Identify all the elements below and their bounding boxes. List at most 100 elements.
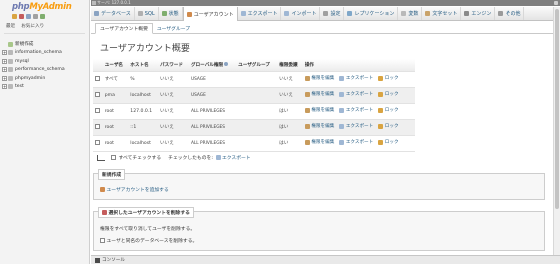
menu-tab[interactable]: レプリケーション	[344, 7, 399, 20]
edit-privileges-button[interactable]: 権限を編集	[304, 91, 334, 97]
menu-tab-label: エンジン	[471, 11, 492, 17]
export-icon	[339, 123, 345, 129]
export-button[interactable]: エクスポート	[339, 139, 373, 145]
lock-button[interactable]: ロック	[378, 107, 399, 113]
cell-host: localhost	[128, 87, 159, 104]
export-button[interactable]: エクスポート	[339, 123, 373, 129]
remove-users-fieldset: 選択したユーザアカウントを削除する 権限をすべて取り消してユーザを削除する。 ユ…	[93, 207, 545, 251]
server-icon	[92, 1, 96, 5]
menu-tab[interactable]: SQL	[135, 7, 159, 20]
lock-button[interactable]: ロック	[378, 91, 399, 97]
menu-tab-label: 文字セット	[432, 11, 458, 17]
page-settings-icon[interactable]	[554, 1, 558, 5]
row-checkbox[interactable]	[95, 76, 100, 81]
table-row: root localhost いいえ ALL PRIVILEGES はい 権限を編集 エクス…	[93, 135, 415, 152]
export-button[interactable]: エクスポート	[339, 107, 373, 113]
home-icon[interactable]	[12, 14, 17, 19]
menu-tab[interactable]: データベース	[91, 7, 135, 20]
menu-tab[interactable]: その他	[495, 7, 525, 20]
sub-tabs: ユーザアカウント概要 ユーザグループ	[91, 23, 560, 34]
expand-icon[interactable]: +	[2, 50, 7, 56]
menu-tab[interactable]: 設定	[320, 7, 345, 20]
breadcrumb[interactable]: サーバ: 127.0.0.1	[97, 0, 131, 6]
cell-actions: 権限を編集 エクスポート ロック	[302, 119, 415, 136]
expand-icon[interactable]: +	[2, 67, 7, 73]
row-checkbox[interactable]	[95, 92, 100, 97]
expand-icon[interactable]: +	[2, 84, 7, 90]
export-label: エクスポート	[345, 92, 374, 98]
export-selected-button[interactable]: エクスポート	[215, 154, 251, 161]
remove-user-icon	[102, 210, 107, 215]
col-host[interactable]: ホスト名	[128, 59, 159, 72]
add-user-link[interactable]: ユーザアカウントを追加する	[100, 186, 169, 193]
row-checkbox[interactable]	[95, 108, 100, 113]
tree-item-database[interactable]: + test	[2, 83, 65, 92]
col-password[interactable]: パスワード	[158, 59, 189, 72]
menu-tab-label: データベース	[101, 11, 131, 17]
export-button[interactable]: エクスポート	[339, 75, 373, 81]
menu-tab[interactable]: ユーザアカウント	[182, 7, 238, 21]
lock-button[interactable]: ロック	[378, 139, 399, 145]
tab-user-groups[interactable]: ユーザグループ	[153, 23, 194, 33]
tree-item-database[interactable]: + performance_schema	[2, 66, 65, 75]
menu-tab[interactable]: エンジン	[461, 7, 496, 20]
expand-icon[interactable]: +	[2, 58, 7, 64]
menu-tab[interactable]: エクスポート	[238, 7, 282, 20]
logo-my: My	[29, 2, 43, 12]
phpmyadmin-logo[interactable]: phpMyAdmin	[12, 2, 72, 12]
menu-tab-icon	[240, 11, 246, 16]
menu-tab[interactable]: インポート	[281, 7, 321, 20]
export-label: エクスポート	[345, 140, 374, 146]
col-user-group[interactable]: ユーザグループ	[236, 59, 278, 72]
col-user[interactable]: ユーザ名	[102, 59, 129, 72]
logout-icon[interactable]	[19, 14, 24, 19]
edit-privileges-button[interactable]: 権限を編集	[304, 123, 334, 129]
lock-button[interactable]: ロック	[378, 123, 399, 129]
tree-item-label: information_schema	[15, 50, 62, 56]
col-global-privileges[interactable]: グローバル権限	[188, 59, 237, 72]
console-bar[interactable]: コンソール	[91, 255, 560, 264]
tree-item-new[interactable]: 新規作成	[2, 40, 65, 49]
cell-actions: 権限を編集 エクスポート ロック	[302, 135, 415, 152]
tab-user-accounts-overview[interactable]: ユーザアカウント概要	[95, 23, 153, 34]
tab-favorites[interactable]: お気に入り	[21, 23, 44, 29]
tree-item-database[interactable]: + mysql	[2, 57, 65, 66]
menu-tab[interactable]: 変数	[398, 7, 423, 20]
check-all-label[interactable]: すべてチェックする	[119, 154, 162, 161]
drop-databases-checkbox[interactable]	[100, 238, 105, 243]
edit-privileges-button[interactable]: 権限を編集	[304, 75, 334, 81]
remove-users-legend: 選択したユーザアカウントを削除する	[98, 207, 194, 218]
check-all-checkbox[interactable]	[111, 155, 116, 160]
tree-item-database[interactable]: + phpmyadmin	[2, 74, 65, 83]
help-icon[interactable]	[224, 62, 229, 67]
drop-databases-label[interactable]: ユーザと同名のデータベースを削除する。	[107, 237, 198, 244]
export-selected-label: エクスポート	[221, 156, 251, 161]
export-button[interactable]: エクスポート	[339, 91, 373, 97]
row-checkbox[interactable]	[95, 124, 100, 129]
lock-icon	[378, 107, 384, 113]
menu-tab-icon	[323, 11, 329, 16]
page-title: ユーザアカウント概要	[100, 44, 190, 54]
menu-tab-icon	[464, 11, 470, 16]
tab-recent[interactable]: 最近	[6, 23, 15, 29]
docs-icon[interactable]	[26, 14, 31, 19]
scrollbar-thumb[interactable]	[555, 9, 559, 209]
edit-privileges-button[interactable]: 権限を編集	[304, 139, 334, 145]
tree-item-database[interactable]: + information_schema	[2, 49, 65, 58]
menu-tab-icon	[498, 11, 504, 16]
menu-tab-icon	[425, 11, 431, 16]
row-checkbox[interactable]	[95, 140, 100, 145]
menu-tab[interactable]: 状態	[159, 7, 183, 20]
settings-icon[interactable]	[33, 14, 38, 19]
export-icon	[339, 91, 345, 97]
reload-icon[interactable]	[40, 14, 45, 19]
col-grant[interactable]: 権限委譲	[277, 59, 303, 72]
table-row: pma localhost いいえ USAGE いいえ 権限を編集 エクスポート ロック	[93, 87, 415, 104]
edit-privileges-button[interactable]: 権限を編集	[304, 107, 334, 113]
menu-tab[interactable]: 文字セット	[422, 7, 462, 20]
logo-admin: Admin	[42, 2, 72, 12]
lock-button[interactable]: ロック	[378, 75, 399, 81]
expand-icon[interactable]: +	[2, 75, 7, 81]
cell-user: pma	[102, 87, 129, 104]
vertical-scrollbar[interactable]	[553, 7, 560, 255]
